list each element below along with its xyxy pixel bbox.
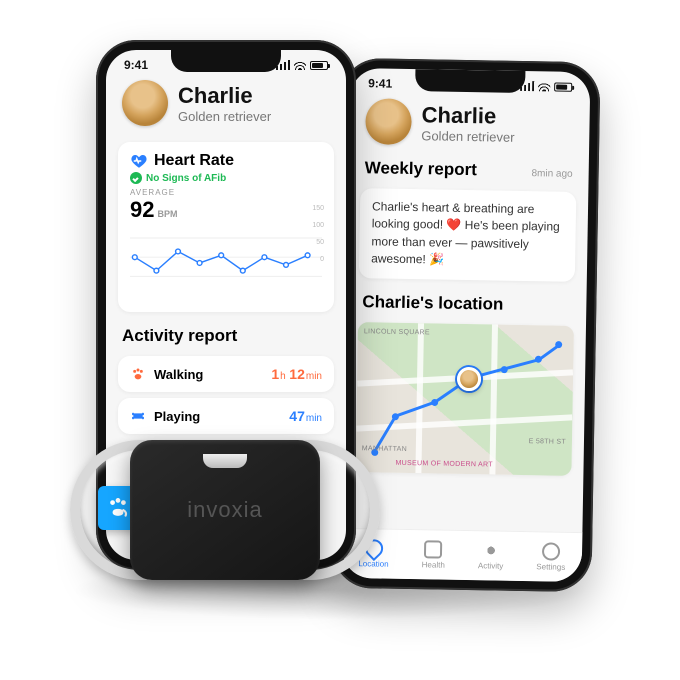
y-tick: 150: [312, 200, 324, 217]
tracker-body: invoxia: [130, 440, 320, 580]
tab-activity[interactable]: Activity: [478, 541, 504, 570]
pet-breed: Golden retriever: [421, 128, 514, 145]
tab-settings[interactable]: Settings: [536, 542, 565, 572]
pet-avatar: [365, 98, 412, 145]
status-time: 9:41: [124, 58, 148, 72]
status-icons: [520, 79, 572, 94]
paw-logo-icon: [105, 495, 131, 521]
wifi-icon: [538, 81, 550, 91]
average-value: 92: [130, 197, 154, 223]
activity-icon: [482, 541, 500, 559]
pet-name: Charlie: [178, 83, 271, 109]
average-label: AVERAGE: [130, 188, 322, 197]
pet-avatar: [122, 80, 168, 126]
weekly-report-body: Charlie's heart & breathing are looking …: [371, 198, 564, 271]
weekly-report-card[interactable]: Charlie's heart & breathing are looking …: [359, 188, 577, 281]
tab-label: Activity: [478, 561, 503, 570]
average-unit: BPM: [157, 209, 177, 219]
weekly-report-ago: 8min ago: [531, 168, 572, 180]
battery-icon: [310, 61, 328, 70]
weekly-report-title: Weekly report: [365, 158, 477, 180]
route-dot: [555, 341, 562, 348]
profile-row[interactable]: Charlie Golden retriever: [106, 74, 346, 136]
tracker-button[interactable]: [203, 454, 247, 468]
tracker-brand-text: invoxia: [187, 497, 262, 523]
pet-breed: Golden retriever: [178, 109, 271, 124]
location-title: Charlie's location: [346, 283, 587, 319]
battery-icon: [554, 82, 572, 91]
notch: [415, 69, 525, 93]
afib-status: No Signs of AFib: [146, 173, 226, 184]
notch: [171, 50, 281, 72]
y-tick: 0: [312, 251, 324, 268]
status-time: 9:41: [368, 76, 392, 90]
activity-card-walking[interactable]: Walking 1h 12min: [118, 356, 334, 392]
heart-rate-chart: [130, 227, 322, 297]
y-tick: 100: [312, 217, 324, 234]
tab-health[interactable]: Health: [422, 540, 446, 569]
pet-name: Charlie: [421, 102, 515, 130]
status-icons: [276, 58, 328, 72]
heart-rate-title: Heart Rate: [154, 152, 234, 170]
health-icon: [424, 540, 442, 558]
profile-row[interactable]: Charlie Golden retriever: [349, 92, 590, 158]
activity-value: 1h 12min: [271, 366, 322, 382]
wifi-icon: [294, 60, 306, 70]
route-dot: [431, 399, 438, 406]
tab-label: Health: [422, 560, 445, 569]
heart-rate-card[interactable]: Heart Rate No Signs of AFib AVERAGE 92 B…: [118, 142, 334, 312]
activity-label: Walking: [154, 367, 203, 382]
gear-icon: [542, 542, 560, 560]
activity-report-title: Activity report: [106, 318, 346, 350]
heart-icon: [130, 152, 148, 170]
tracker-device: invoxia: [60, 420, 390, 600]
route-dot: [501, 366, 508, 373]
route-dot: [535, 356, 542, 363]
map-label: E 58TH ST: [529, 438, 566, 446]
check-circle-icon: [130, 172, 142, 184]
y-tick: 50: [312, 234, 324, 251]
tab-label: Settings: [536, 562, 565, 572]
paw-icon: [130, 366, 146, 382]
map-label: LINCOLN SQUARE: [364, 328, 430, 336]
